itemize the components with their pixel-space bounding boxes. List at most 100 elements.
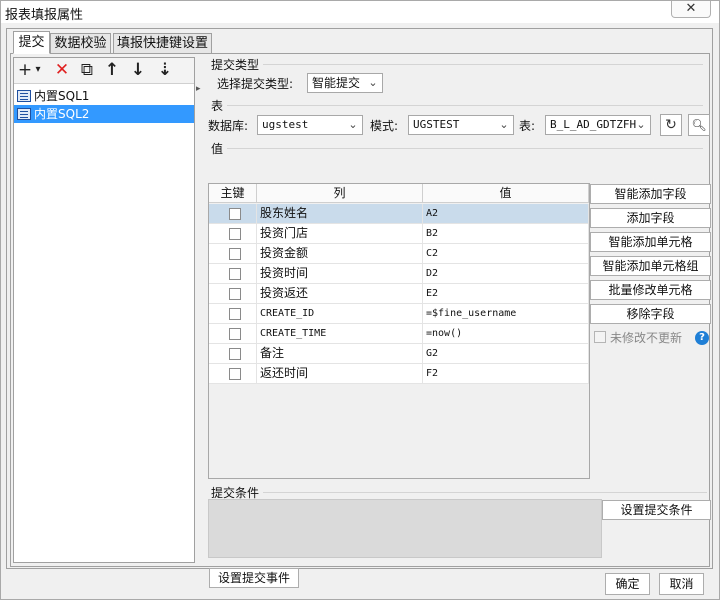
primary-key-checkbox[interactable]: [229, 208, 241, 220]
search-document-icon: 🔍︎: [691, 118, 707, 132]
value-cell[interactable]: B2: [423, 224, 589, 244]
value-cell[interactable]: G2: [423, 344, 589, 364]
submit-type-value: 智能提交: [312, 76, 361, 90]
move-down-button[interactable]: ↓: [127, 60, 149, 82]
database-select[interactable]: ugstest ⌄: [257, 115, 363, 135]
table-row[interactable]: 投资时间 D2: [209, 264, 589, 284]
value-cell[interactable]: C2: [423, 244, 589, 264]
primary-key-checkbox[interactable]: [229, 348, 241, 360]
no-update-checkbox[interactable]: [594, 331, 606, 343]
smart-add-field-button[interactable]: 智能添加字段: [590, 184, 711, 204]
tab-container: 提交 数据校验 填报快捷键设置 + ▾ ✕ ⧉ ↑ ↓ ⇣ 内置SQL1 内置S…: [6, 28, 713, 588]
primary-key-checkbox[interactable]: [229, 248, 241, 260]
close-button[interactable]: ✕: [671, 1, 711, 18]
table-select[interactable]: B_L_AD_GDTZFH ⌄: [545, 115, 651, 135]
batch-modify-cell-button[interactable]: 批量修改单元格: [590, 280, 711, 300]
table-row[interactable]: 投资返还 E2: [209, 284, 589, 304]
copy-button[interactable]: ⧉: [76, 60, 98, 82]
add-dropdown-button[interactable]: ▾: [33, 60, 43, 82]
table-row[interactable]: 备注 G2: [209, 344, 589, 364]
primary-key-checkbox[interactable]: [229, 308, 241, 320]
condition-display-area: [208, 499, 602, 558]
chevron-down-icon: ⌄: [636, 118, 646, 131]
tree-item-sql2[interactable]: 内置SQL2: [14, 105, 194, 123]
sort-icon: ⇣: [157, 60, 173, 80]
column-name-cell[interactable]: 投资时间: [257, 264, 423, 284]
table-row[interactable]: 返还时间 F2: [209, 364, 589, 384]
tree-item-sql1[interactable]: 内置SQL1: [14, 87, 194, 105]
primary-key-cell: [209, 244, 257, 264]
value-cell[interactable]: A2: [423, 204, 589, 224]
splitter-handle[interactable]: ▸: [196, 84, 202, 104]
arrow-up-icon: ↑: [104, 60, 120, 80]
table-row[interactable]: 投资门店 B2: [209, 224, 589, 244]
value-cell[interactable]: =$fine_username: [423, 304, 589, 324]
tab-submit[interactable]: 提交: [13, 31, 50, 54]
database-icon: [17, 90, 31, 102]
chevron-down-icon: ⌄: [499, 118, 509, 131]
primary-key-cell: [209, 284, 257, 304]
dialog-window: 报表填报属性 ✕ 提交 数据校验 填报快捷键设置 + ▾ ✕ ⧉ ↑ ↓ ⇣ 内…: [0, 0, 720, 600]
column-name-cell[interactable]: CREATE_ID: [257, 304, 423, 324]
submit-type-section-label: 提交类型: [211, 58, 260, 72]
primary-key-checkbox[interactable]: [229, 328, 241, 340]
table-label: 表:: [519, 119, 536, 133]
column-name-cell[interactable]: 返还时间: [257, 364, 423, 384]
preview-table-button[interactable]: 🔍︎: [688, 114, 710, 136]
tree-item-label: 内置SQL2: [34, 107, 90, 121]
refresh-button[interactable]: ↻: [660, 114, 682, 136]
add-button[interactable]: +: [17, 60, 33, 82]
table-row[interactable]: 投资金额 C2: [209, 244, 589, 264]
primary-key-checkbox[interactable]: [229, 228, 241, 240]
table-row[interactable]: 股东姓名 A2: [209, 204, 589, 224]
tab-shortcut-settings[interactable]: 填报快捷键设置: [113, 33, 212, 54]
tree-item-label: 内置SQL1: [34, 89, 90, 103]
value-cell[interactable]: E2: [423, 284, 589, 304]
database-icon: [17, 108, 31, 120]
column-name-cell[interactable]: 投资金额: [257, 244, 423, 264]
schema-label: 模式:: [370, 119, 399, 133]
plus-icon: +: [17, 60, 33, 80]
add-field-button[interactable]: 添加字段: [590, 208, 711, 228]
table-value: B_L_AD_GDTZFH: [550, 118, 637, 131]
window-title: 报表填报属性: [5, 8, 84, 23]
tab-data-validation[interactable]: 数据校验: [50, 33, 111, 54]
value-cell[interactable]: =now(): [423, 324, 589, 344]
column-name-cell[interactable]: 备注: [257, 344, 423, 364]
ok-button[interactable]: 确定: [605, 573, 650, 595]
sort-button[interactable]: ⇣: [154, 60, 176, 82]
remove-field-button[interactable]: 移除字段: [590, 304, 711, 324]
submit-type-label: 选择提交类型:: [217, 77, 294, 91]
set-condition-button[interactable]: 设置提交条件: [602, 500, 711, 520]
table-row[interactable]: CREATE_ID =$fine_username: [209, 304, 589, 324]
primary-key-cell: [209, 204, 257, 224]
column-name-cell[interactable]: 投资返还: [257, 284, 423, 304]
header-column: 列: [257, 184, 423, 203]
primary-key-cell: [209, 364, 257, 384]
cancel-button[interactable]: 取消: [659, 573, 704, 595]
table-section-label: 表: [211, 99, 224, 113]
primary-key-checkbox[interactable]: [229, 268, 241, 280]
delete-button[interactable]: ✕: [51, 60, 73, 82]
schema-select[interactable]: UGSTEST ⌄: [408, 115, 514, 135]
table-row[interactable]: CREATE_TIME =now(): [209, 324, 589, 344]
table-header: 主键 列 值: [209, 184, 589, 203]
set-submit-event-button[interactable]: 设置提交事件: [209, 568, 299, 588]
value-cell[interactable]: F2: [423, 364, 589, 384]
delete-icon: ✕: [54, 60, 70, 80]
column-name-cell[interactable]: 股东姓名: [257, 204, 423, 224]
value-cell[interactable]: D2: [423, 264, 589, 284]
submit-type-select[interactable]: 智能提交 ⌄: [307, 73, 383, 93]
column-name-cell[interactable]: CREATE_TIME: [257, 324, 423, 344]
close-icon: ✕: [685, 1, 697, 16]
help-icon[interactable]: ?: [695, 331, 709, 345]
divider: [263, 64, 703, 65]
primary-key-checkbox[interactable]: [229, 288, 241, 300]
move-up-button[interactable]: ↑: [101, 60, 123, 82]
smart-add-cell-group-button[interactable]: 智能添加单元格组: [590, 256, 711, 276]
smart-add-cell-button[interactable]: 智能添加单元格: [590, 232, 711, 252]
primary-key-checkbox[interactable]: [229, 368, 241, 380]
chevron-down-icon: ⌄: [348, 118, 358, 131]
column-name-cell[interactable]: 投资门店: [257, 224, 423, 244]
primary-key-cell: [209, 344, 257, 364]
